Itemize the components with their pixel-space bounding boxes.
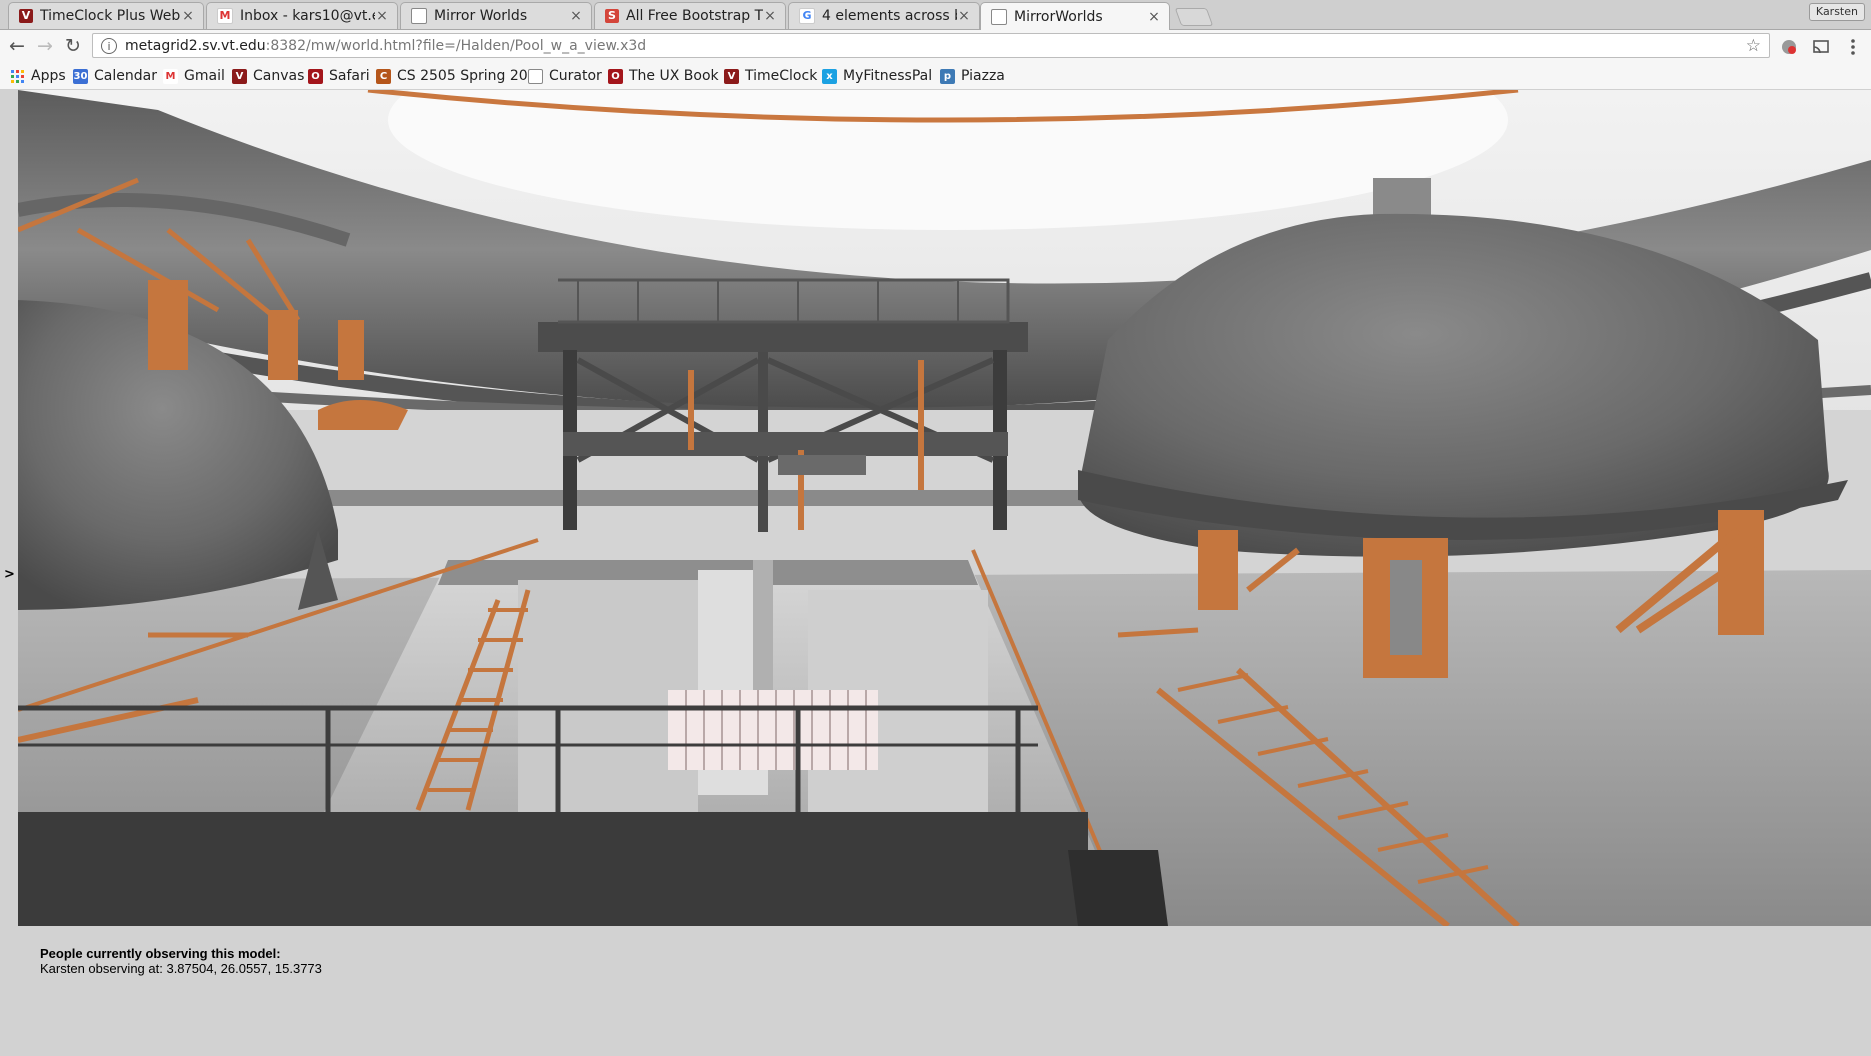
bookmarks-bar: Apps 30 Calendar M Gmail V Canvas O Safa… <box>0 63 1871 90</box>
browser-toolbar: ← → ↻ i metagrid2.sv.vt.edu:8382/mw/worl… <box>0 30 1871 63</box>
x3d-3d-viewport[interactable] <box>18 90 1871 926</box>
google-icon: G <box>799 8 815 24</box>
bookmark-label: Gmail <box>184 68 225 84</box>
bookmark-label: Canvas <box>253 68 305 84</box>
book-icon: O <box>608 68 623 84</box>
back-arrow-icon[interactable]: ← <box>5 34 29 58</box>
tab-google-search[interactable]: G 4 elements across bo × <box>788 2 980 29</box>
bookmark-timeclock[interactable]: V TimeClock <box>724 66 817 86</box>
tab-title: Mirror Worlds <box>434 8 528 24</box>
tab-title: All Free Bootstrap Th <box>626 8 763 24</box>
new-tab-button[interactable] <box>1174 8 1214 26</box>
bookmark-star-icon[interactable]: ☆ <box>1746 36 1761 56</box>
bookmark-apps[interactable]: Apps <box>10 66 66 86</box>
bookmark-label: TimeClock <box>745 68 818 84</box>
close-icon[interactable]: × <box>1147 9 1161 25</box>
cs-icon: C <box>376 68 391 84</box>
apps-grid-icon <box>11 69 24 83</box>
observers-heading: People currently observing this model: <box>40 946 281 961</box>
bookmark-curator[interactable]: Curator <box>528 66 602 86</box>
gmail-icon: M <box>217 8 233 24</box>
close-icon[interactable]: × <box>181 8 195 24</box>
close-icon[interactable]: × <box>763 8 777 24</box>
fitness-icon: x <box>822 68 837 84</box>
fuel-rack <box>668 690 878 770</box>
bookmark-safari[interactable]: O Safari <box>308 66 370 86</box>
bookmark-label: MyFitnessPal <box>843 68 933 84</box>
address-bar[interactable]: i metagrid2.sv.vt.edu:8382/mw/world.html… <box>92 33 1770 58</box>
close-icon[interactable]: × <box>375 8 389 24</box>
safari-icon: O <box>308 68 323 84</box>
tab-title: MirrorWorlds <box>1014 8 1103 25</box>
bookmark-label: Apps <box>31 68 66 84</box>
bookmark-label: Piazza <box>961 68 1005 84</box>
piazza-icon: p <box>940 68 955 84</box>
foreground-wall <box>18 812 1088 926</box>
tab-mirrorworlds-active[interactable]: MirrorWorlds × <box>980 2 1170 30</box>
foreground-post <box>1068 850 1168 926</box>
menu-icon[interactable] <box>1844 38 1862 56</box>
observers-panel: People currently observing this model: K… <box>40 946 322 976</box>
bookmark-gmail[interactable]: M Gmail <box>163 66 225 86</box>
close-icon[interactable]: × <box>957 8 971 24</box>
side-panel-toggle[interactable]: > <box>4 567 15 582</box>
extension-icon[interactable] <box>1780 38 1798 56</box>
vt-shield-icon: V <box>232 68 247 84</box>
calendar-icon: 30 <box>73 68 88 84</box>
bookmark-label: The UX Book <box>629 68 719 84</box>
forward-arrow-icon[interactable]: → <box>33 34 57 58</box>
bookmark-label: CS 2505 Spring 20 <box>397 68 528 84</box>
tab-title: 4 elements across bo <box>822 8 957 24</box>
info-icon[interactable]: i <box>101 37 117 54</box>
gmail-icon: M <box>163 68 178 84</box>
bookmark-myfitnesspal[interactable]: x MyFitnessPal <box>822 66 932 86</box>
bookmark-piazza[interactable]: p Piazza <box>940 66 1005 86</box>
url-path: :8382/mw/world.html?file=/Halden/Pool_w_… <box>265 37 647 54</box>
vt-shield-icon: V <box>724 68 739 84</box>
tab-inbox[interactable]: M Inbox - kars10@vt.ed × <box>206 2 398 29</box>
close-icon[interactable]: × <box>569 8 583 24</box>
url-host: metagrid2.sv.vt.edu <box>125 37 266 54</box>
tab-bootstrap[interactable]: S All Free Bootstrap Th × <box>594 2 786 29</box>
reload-icon[interactable]: ↻ <box>61 34 85 58</box>
vt-shield-icon: V <box>19 9 33 23</box>
page-icon <box>411 8 427 24</box>
tab-strip: V TimeClock Plus Web × M Inbox - kars10@… <box>0 0 1871 30</box>
page-icon <box>528 68 543 84</box>
bookmark-ux-book[interactable]: O The UX Book <box>608 66 719 86</box>
page-content: > People currently observing this model:… <box>0 90 1871 1056</box>
tab-title: Inbox - kars10@vt.ed <box>240 8 375 24</box>
observer-entry: Karsten observing at: 3.87504, 26.0557, … <box>40 961 322 976</box>
bookmark-label: Curator <box>549 68 602 84</box>
tab-timeclock[interactable]: V TimeClock Plus Web × <box>8 2 204 29</box>
tab-mirror-worlds[interactable]: Mirror Worlds × <box>400 2 592 29</box>
cast-icon[interactable] <box>1812 38 1830 56</box>
s-icon: S <box>605 9 619 23</box>
page-icon <box>991 8 1007 25</box>
bookmark-cs2505[interactable]: C CS 2505 Spring 20 <box>376 66 528 86</box>
bookmark-label: Safari <box>329 68 370 84</box>
bookmark-calendar[interactable]: 30 Calendar <box>73 66 157 86</box>
bookmark-label: Calendar <box>94 68 157 84</box>
tab-title: TimeClock Plus Web <box>40 8 181 24</box>
bookmark-canvas[interactable]: V Canvas <box>232 66 304 86</box>
profile-button[interactable]: Karsten <box>1808 3 1865 21</box>
